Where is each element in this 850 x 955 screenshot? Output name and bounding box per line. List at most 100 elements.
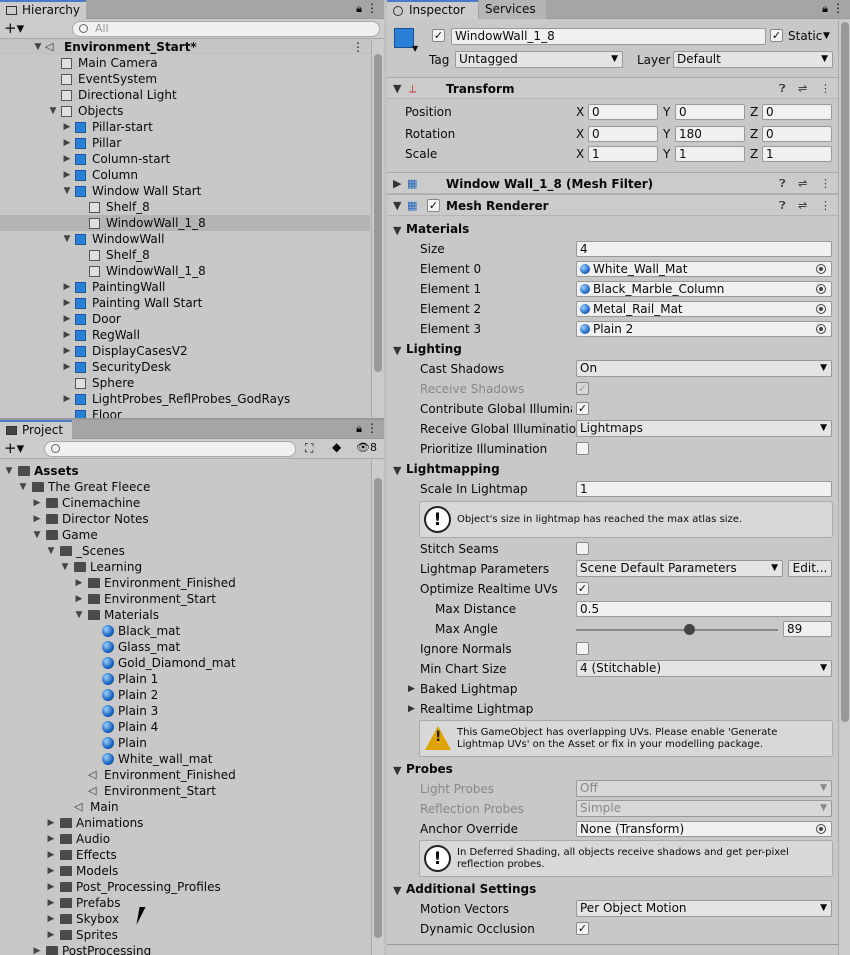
project-item[interactable]: ▼ The Great Fleece xyxy=(0,479,370,495)
mesh-renderer-header[interactable]: ▼ ▦ ✓ Mesh Renderer ❓︎ ⇌ ⋮ xyxy=(387,194,850,216)
expand-arrow-icon[interactable]: ▶ xyxy=(62,167,72,183)
material-slot-field[interactable]: Metal_Rail_Mat xyxy=(576,301,832,317)
hierarchy-item[interactable]: Directional Light xyxy=(0,87,370,103)
expand-arrow-icon[interactable]: ▶ xyxy=(408,704,415,714)
preset-icon[interactable]: ⇌ xyxy=(798,82,807,95)
hierarchy-item[interactable]: ▶ Painting Wall Start xyxy=(0,295,370,311)
edit-params-button[interactable]: Edit... xyxy=(788,560,832,577)
materials-header[interactable]: Materials xyxy=(406,221,469,237)
project-item[interactable]: Gold_Diamond_mat xyxy=(0,655,370,671)
filter-by-type-icon[interactable]: ⛶ xyxy=(305,441,313,456)
project-item[interactable]: ▼ _Scenes xyxy=(0,543,370,559)
reflection-probes-dropdown[interactable]: Simple ▼ xyxy=(576,800,832,817)
lock-icon[interactable]: 🔒︎ xyxy=(356,2,362,16)
collapse-arrow-icon[interactable]: ▼ xyxy=(46,543,56,559)
collapse-arrow-icon[interactable]: ▼ xyxy=(48,103,58,119)
scale-field[interactable]: 1 xyxy=(675,146,745,162)
hierarchy-item[interactable]: ▶ SecurityDesk xyxy=(0,359,370,375)
optimize-uvs-checkbox[interactable]: ✓ xyxy=(576,582,589,595)
stitch-seams-checkbox[interactable] xyxy=(576,542,589,555)
component-menu-icon[interactable]: ⋮ xyxy=(820,199,831,212)
more-menu-icon[interactable]: ⋮ xyxy=(366,1,378,15)
hierarchy-item[interactable]: ▶ Column xyxy=(0,167,370,183)
project-item[interactable]: ▶ Environment_Start xyxy=(0,591,370,607)
collapse-arrow-icon[interactable]: ▼ xyxy=(393,199,401,212)
receive-gi-dropdown[interactable]: Lightmaps ▼ xyxy=(576,420,832,437)
hierarchy-item[interactable]: Floor xyxy=(0,407,370,418)
project-item[interactable]: ▶ Skybox xyxy=(0,911,370,927)
object-picker-icon[interactable] xyxy=(816,824,826,834)
rotation-field[interactable]: 0 xyxy=(762,126,832,142)
project-item[interactable]: ▶ Audio xyxy=(0,831,370,847)
project-item[interactable]: Plain 4 xyxy=(0,719,370,735)
icon-dropdown-arrow-icon[interactable]: ▼ xyxy=(412,44,418,53)
more-menu-icon[interactable]: ⋮ xyxy=(366,421,378,435)
gameobject-icon[interactable] xyxy=(394,28,414,48)
project-item[interactable]: ▶ Sprites xyxy=(0,927,370,943)
hierarchy-item[interactable]: Shelf_8 xyxy=(0,199,370,215)
project-item[interactable]: White_wall_mat xyxy=(0,751,370,767)
scrollbar-thumb[interactable] xyxy=(374,478,382,938)
filter-by-label-icon[interactable]: ◆ xyxy=(332,440,341,454)
inspector-scrollbar[interactable] xyxy=(838,20,850,955)
slider-knob[interactable] xyxy=(684,624,696,635)
project-search-input[interactable] xyxy=(44,441,296,457)
position-field[interactable]: 0 xyxy=(588,104,658,120)
hierarchy-item[interactable]: ▶ Pillar xyxy=(0,135,370,151)
realtime-lightmap-foldout[interactable]: Realtime Lightmap xyxy=(420,701,533,717)
expand-arrow-icon[interactable]: ▶ xyxy=(32,943,42,955)
rotation-field[interactable]: 0 xyxy=(588,126,658,142)
hierarchy-item[interactable]: ▶ Column-start xyxy=(0,151,370,167)
project-item[interactable]: ▶ Environment_Finished xyxy=(0,575,370,591)
tab-hierarchy[interactable]: Hierarchy xyxy=(0,0,86,19)
help-icon[interactable]: ❓︎ xyxy=(779,82,786,96)
dynamic-occlusion-checkbox[interactable]: ✓ xyxy=(576,922,589,935)
collapse-arrow-icon[interactable]: ▼ xyxy=(62,231,72,247)
lightmap-params-dropdown[interactable]: Scene Default Parameters ▼ xyxy=(576,560,783,577)
material-slot-field[interactable]: Plain 2 xyxy=(576,321,832,337)
lock-icon[interactable]: 🔒︎ xyxy=(356,422,362,436)
project-item[interactable]: ▶ Director Notes xyxy=(0,511,370,527)
light-probes-dropdown[interactable]: Off ▼ xyxy=(576,780,832,797)
project-item[interactable]: ▶ Models xyxy=(0,863,370,879)
expand-arrow-icon[interactable]: ▶ xyxy=(32,495,42,511)
collapse-arrow-icon[interactable]: ▼ xyxy=(18,479,28,495)
tab-project[interactable]: Project xyxy=(0,420,72,439)
layer-dropdown[interactable]: Default ▼ xyxy=(673,51,833,68)
expand-arrow-icon[interactable]: ▶ xyxy=(74,575,84,591)
project-item[interactable]: Plain xyxy=(0,735,370,751)
scale-field[interactable]: 1 xyxy=(762,146,832,162)
scene-row[interactable]: ▼ ◁ Environment_Start* ⋮ xyxy=(0,39,370,55)
collapse-arrow-icon[interactable]: ▼ xyxy=(393,884,401,897)
materials-size-field[interactable]: 4 xyxy=(576,241,832,257)
max-angle-slider[interactable] xyxy=(576,621,778,637)
material-slot-field[interactable]: Black_Marble_Column xyxy=(576,281,832,297)
hierarchy-item[interactable]: ▶ PaintingWall xyxy=(0,279,370,295)
expand-arrow-icon[interactable]: ▶ xyxy=(408,684,415,694)
collapse-arrow-icon[interactable]: ▼ xyxy=(33,39,43,55)
more-menu-icon[interactable]: ⋮ xyxy=(832,1,844,15)
collapse-arrow-icon[interactable]: ▼ xyxy=(62,183,72,199)
hierarchy-item[interactable]: ▶ LightProbes_ReflProbes_GodRays xyxy=(0,391,370,407)
scale-in-lightmap-field[interactable]: 1 xyxy=(576,481,832,497)
scrollbar-thumb[interactable] xyxy=(374,54,382,372)
scrollbar-thumb[interactable] xyxy=(841,22,849,722)
hierarchy-item[interactable]: Main Camera xyxy=(0,55,370,71)
create-button[interactable]: +▾ xyxy=(4,440,24,456)
create-button[interactable]: +▾ xyxy=(4,20,24,36)
ignore-normals-checkbox[interactable] xyxy=(576,642,589,655)
expand-arrow-icon[interactable]: ▶ xyxy=(46,927,56,943)
collapse-arrow-icon[interactable]: ▼ xyxy=(393,224,401,237)
collapse-arrow-icon[interactable]: ▼ xyxy=(393,764,401,777)
expand-arrow-icon[interactable]: ▶ xyxy=(32,511,42,527)
preset-icon[interactable]: ⇌ xyxy=(798,199,807,212)
hierarchy-item[interactable]: ▶ Door xyxy=(0,311,370,327)
max-angle-field[interactable]: 89 xyxy=(783,621,832,637)
expand-arrow-icon[interactable]: ▶ xyxy=(62,279,72,295)
hierarchy-item[interactable]: ▶ RegWall xyxy=(0,327,370,343)
expand-arrow-icon[interactable]: ▶ xyxy=(74,591,84,607)
object-picker-icon[interactable] xyxy=(816,264,826,274)
receive-shadows-checkbox[interactable]: ✓ xyxy=(576,382,589,395)
object-picker-icon[interactable] xyxy=(816,284,826,294)
project-item[interactable]: ◁ Main xyxy=(0,799,370,815)
